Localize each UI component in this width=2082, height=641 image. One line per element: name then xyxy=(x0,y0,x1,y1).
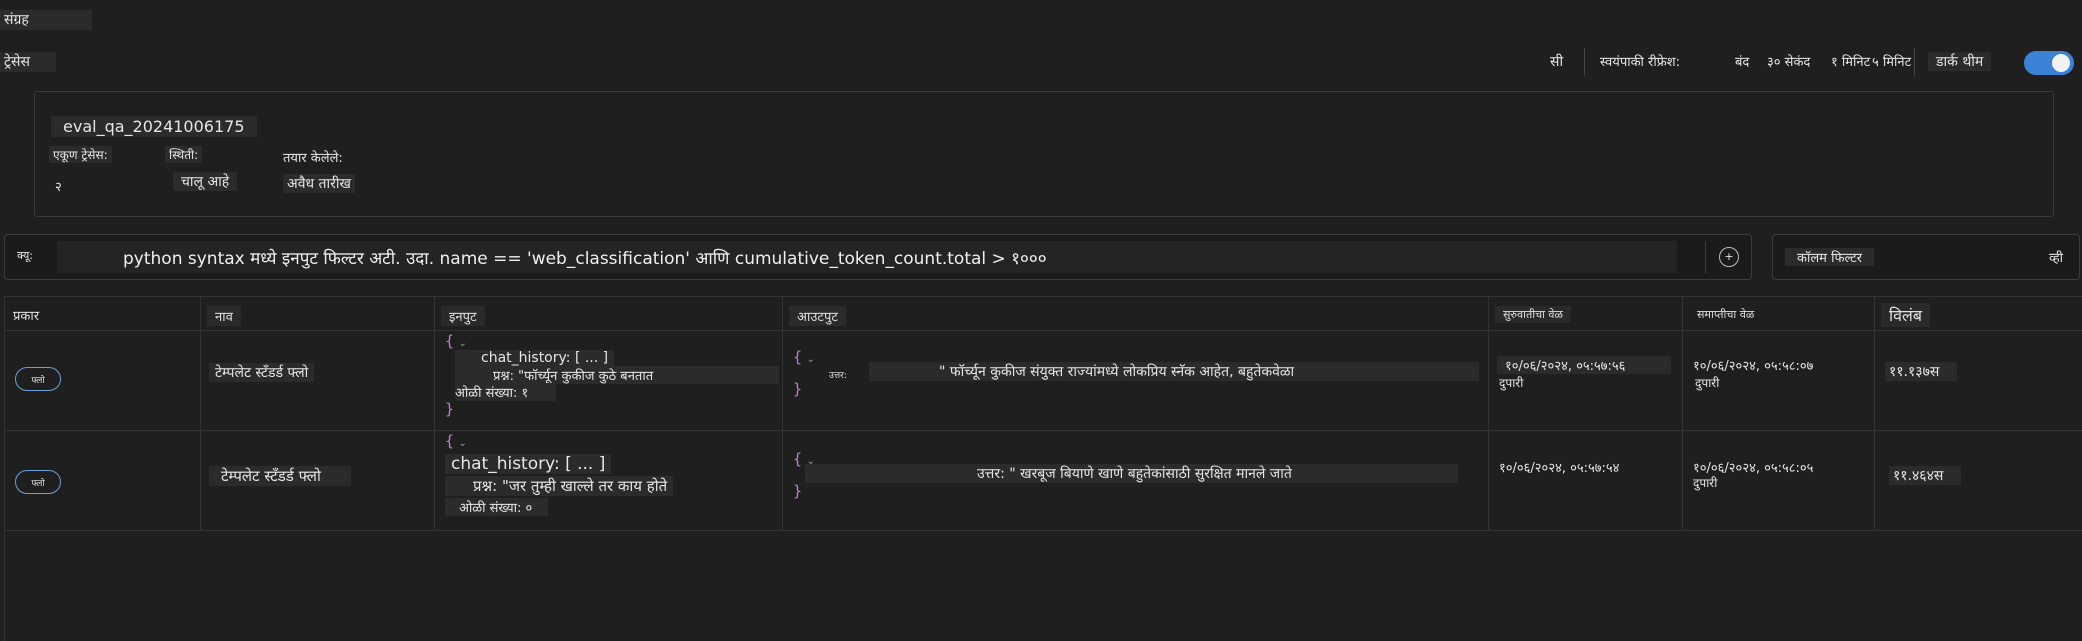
input-line-count: ओळी संख्या: ० xyxy=(445,498,549,516)
input-close-brace: } xyxy=(445,400,455,418)
run-name: eval_qa_20241006175 xyxy=(51,116,257,137)
query-label: क्यू: xyxy=(17,249,33,262)
header-latency-label: विलंब xyxy=(1881,303,1931,327)
type-badge: फ्लो xyxy=(15,470,61,494)
chevron-down-icon[interactable]: ⌄ xyxy=(458,438,466,449)
created-value: अवैध तारीख xyxy=(283,174,355,193)
toolbar-divider xyxy=(1914,48,1915,76)
header-start-time[interactable]: सुरुवातीचा वेळ xyxy=(1489,297,1683,330)
table-row[interactable]: फ्लो टेम्पलेट स्टॅंडर्ड फ्लो { ⌄ chat_hi… xyxy=(5,430,2082,531)
input-chat-history[interactable]: chat_history: [ ... ] xyxy=(455,350,615,366)
header-name-label: नाव xyxy=(207,306,241,326)
trace-count-label: एकूण ट्रेसेस: xyxy=(49,146,112,163)
table-header-row: प्रकार नाव इनपुट आउटपुट सुरुवातीचा वेळ स… xyxy=(5,297,2082,331)
output-open-brace: { ⌄ xyxy=(793,348,815,366)
chevron-down-icon[interactable]: ⌄ xyxy=(806,354,814,365)
dark-theme-label: डार्क थीम xyxy=(1928,52,1992,71)
cell-output: { ⌄ उत्तर: " खरबूज बियाणे खाणे बहुतेकांस… xyxy=(783,430,1489,530)
input-open-brace: { ⌄ xyxy=(445,432,467,450)
cell-input: { ⌄ chat_history: [ ... ] प्रश्न: "फॉर्च… xyxy=(435,330,783,430)
breadcrumb-collection[interactable]: संग्रह xyxy=(0,10,92,30)
auto-refresh-label: स्वयंपाकी रीफ्रेश: xyxy=(1600,55,1680,70)
cell-name: टेम्पलेट स्टॅंडर्ड फ्लो xyxy=(201,330,435,430)
latency: ११.१३७स xyxy=(1885,362,1958,381)
created-label: तयार केलेले: xyxy=(283,151,343,166)
header-input[interactable]: इनपुट xyxy=(435,297,783,330)
end-time: १०/०६/२०२४, ०५:५८:०५ xyxy=(1693,461,1814,476)
cell-type: फ्लो xyxy=(5,430,201,530)
type-badge: फ्लो xyxy=(15,367,61,391)
refresh-option-5m[interactable]: ५ मिनिट xyxy=(1872,52,1911,70)
trace-query-bar: क्यू: python syntax मध्ये इनपुट फिल्टर अ… xyxy=(4,234,1752,280)
cell-start-time: १०/०६/२०२४, ०५:५७:५४ xyxy=(1489,430,1683,530)
header-end-time-label: समाप्तीचा वेळ xyxy=(1697,308,1755,321)
breadcrumb-traces[interactable]: ट्रेसेस xyxy=(0,52,56,72)
row-name[interactable]: टेम्पलेट स्टॅंडर्ड फ्लो xyxy=(209,363,315,382)
run-summary-card: eval_qa_20241006175 एकूण ट्रेसेस: २ स्थि… xyxy=(34,91,2054,217)
status-value: चालू आहे xyxy=(173,172,238,191)
cell-latency: ११.१३७स xyxy=(1875,330,2082,430)
column-filter[interactable]: कॉलम फिल्टर व्ही xyxy=(1772,234,2080,280)
header-output[interactable]: आउटपुट xyxy=(783,297,1489,330)
refresh-option-1m[interactable]: १ मिनिट xyxy=(1831,52,1870,70)
header-output-label: आउटपुट xyxy=(789,306,846,326)
output-key: उत्तर: xyxy=(829,371,847,381)
end-time: १०/०६/२०२४, ०५:५८:०७ xyxy=(1693,359,1814,374)
status-label: स्थिती: xyxy=(165,146,203,163)
toggle-knob xyxy=(2052,54,2070,72)
header-type-label: प्रकार xyxy=(13,309,40,324)
trace-count-value: २ xyxy=(55,180,62,195)
header-input-label: इनपुट xyxy=(441,306,485,326)
cell-input: { ⌄ chat_history: [ ... ] प्रश्न: "जर तु… xyxy=(435,430,783,530)
input-chat-history[interactable]: chat_history: [ ... ] xyxy=(445,454,612,474)
cell-output: { ⌄ उत्तर: " फॉर्च्यून कुकीज संयुक्त राज… xyxy=(783,330,1489,430)
cell-end-time: १०/०६/२०२४, ०५:५८:०५ दुपारी xyxy=(1683,430,1875,530)
column-filter-label: कॉलम फिल्टर xyxy=(1785,248,1874,266)
cell-latency: ११.४६४स xyxy=(1875,430,2082,530)
cell-start-time: १०/०६/२०२४, ०५:५७:५६ दुपारी xyxy=(1489,330,1683,430)
cell-name: टेम्पलेट स्टॅंडर्ड फ्लो xyxy=(201,430,435,530)
cell-type: फ्लो xyxy=(5,330,201,430)
latency: ११.४६४स xyxy=(1889,466,1962,485)
refresh-option-off[interactable]: बंद xyxy=(1735,52,1749,70)
search-divider xyxy=(1705,241,1706,273)
si-button[interactable]: सी xyxy=(1550,52,1563,71)
output-close-brace: } xyxy=(793,380,803,398)
table-row[interactable]: फ्लो टेम्पलेट स्टॅंडर्ड फ्लो { ⌄ chat_hi… xyxy=(5,330,2082,431)
input-question: प्रश्न: "जर तुम्ही खाल्ले तर काय होते xyxy=(445,476,674,496)
header-start-time-label: सुरुवातीचा वेळ xyxy=(1495,306,1571,323)
output-answer: उत्तर: " खरबूज बियाणे खाणे बहुतेकांसाठी … xyxy=(805,464,1458,483)
refresh-option-30s[interactable]: ३० सेकंद xyxy=(1767,52,1810,70)
end-period: दुपारी xyxy=(1695,376,1720,390)
start-time: १०/०६/२०२४, ०५:५७:५४ xyxy=(1499,461,1620,476)
start-time: १०/०६/२०२४, ०५:५७:५६ xyxy=(1497,356,1671,374)
add-filter-icon[interactable]: + xyxy=(1719,247,1739,267)
header-latency[interactable]: विलंब xyxy=(1875,297,2082,330)
row-name[interactable]: टेम्पलेट स्टॅंडर्ड फ्लो xyxy=(209,466,351,486)
header-end-time[interactable]: समाप्तीचा वेळ xyxy=(1683,297,1875,330)
header-name[interactable]: नाव xyxy=(201,297,435,330)
header-type[interactable]: प्रकार xyxy=(5,297,201,330)
chevron-down-icon[interactable]: ⌄ xyxy=(458,338,466,349)
dark-theme-toggle[interactable] xyxy=(2024,51,2074,75)
input-line-count: ओळी संख्या: १ xyxy=(455,383,557,401)
query-input[interactable]: python syntax मध्ये इनपुट फिल्टर अटी. उद… xyxy=(57,241,1677,273)
traces-table: प्रकार नाव इनपुट आउटपुट सुरुवातीचा वेळ स… xyxy=(4,296,2082,641)
toolbar-divider xyxy=(1584,48,1585,76)
cell-end-time: १०/०६/२०२४, ०५:५८:०७ दुपारी xyxy=(1683,330,1875,430)
end-period: दुपारी xyxy=(1693,476,1718,490)
output-answer: " फॉर्च्यून कुकीज संयुक्त राज्यांमध्ये ल… xyxy=(869,362,1479,381)
chevron-down-icon[interactable]: व्ही xyxy=(2049,248,2063,266)
start-period: दुपारी xyxy=(1499,376,1524,390)
output-close-brace: } xyxy=(793,482,803,500)
input-open-brace: { ⌄ xyxy=(445,332,467,350)
input-question: प्रश्न: "फॉर्च्यून कुकीज कुठे बनतात xyxy=(455,366,779,384)
